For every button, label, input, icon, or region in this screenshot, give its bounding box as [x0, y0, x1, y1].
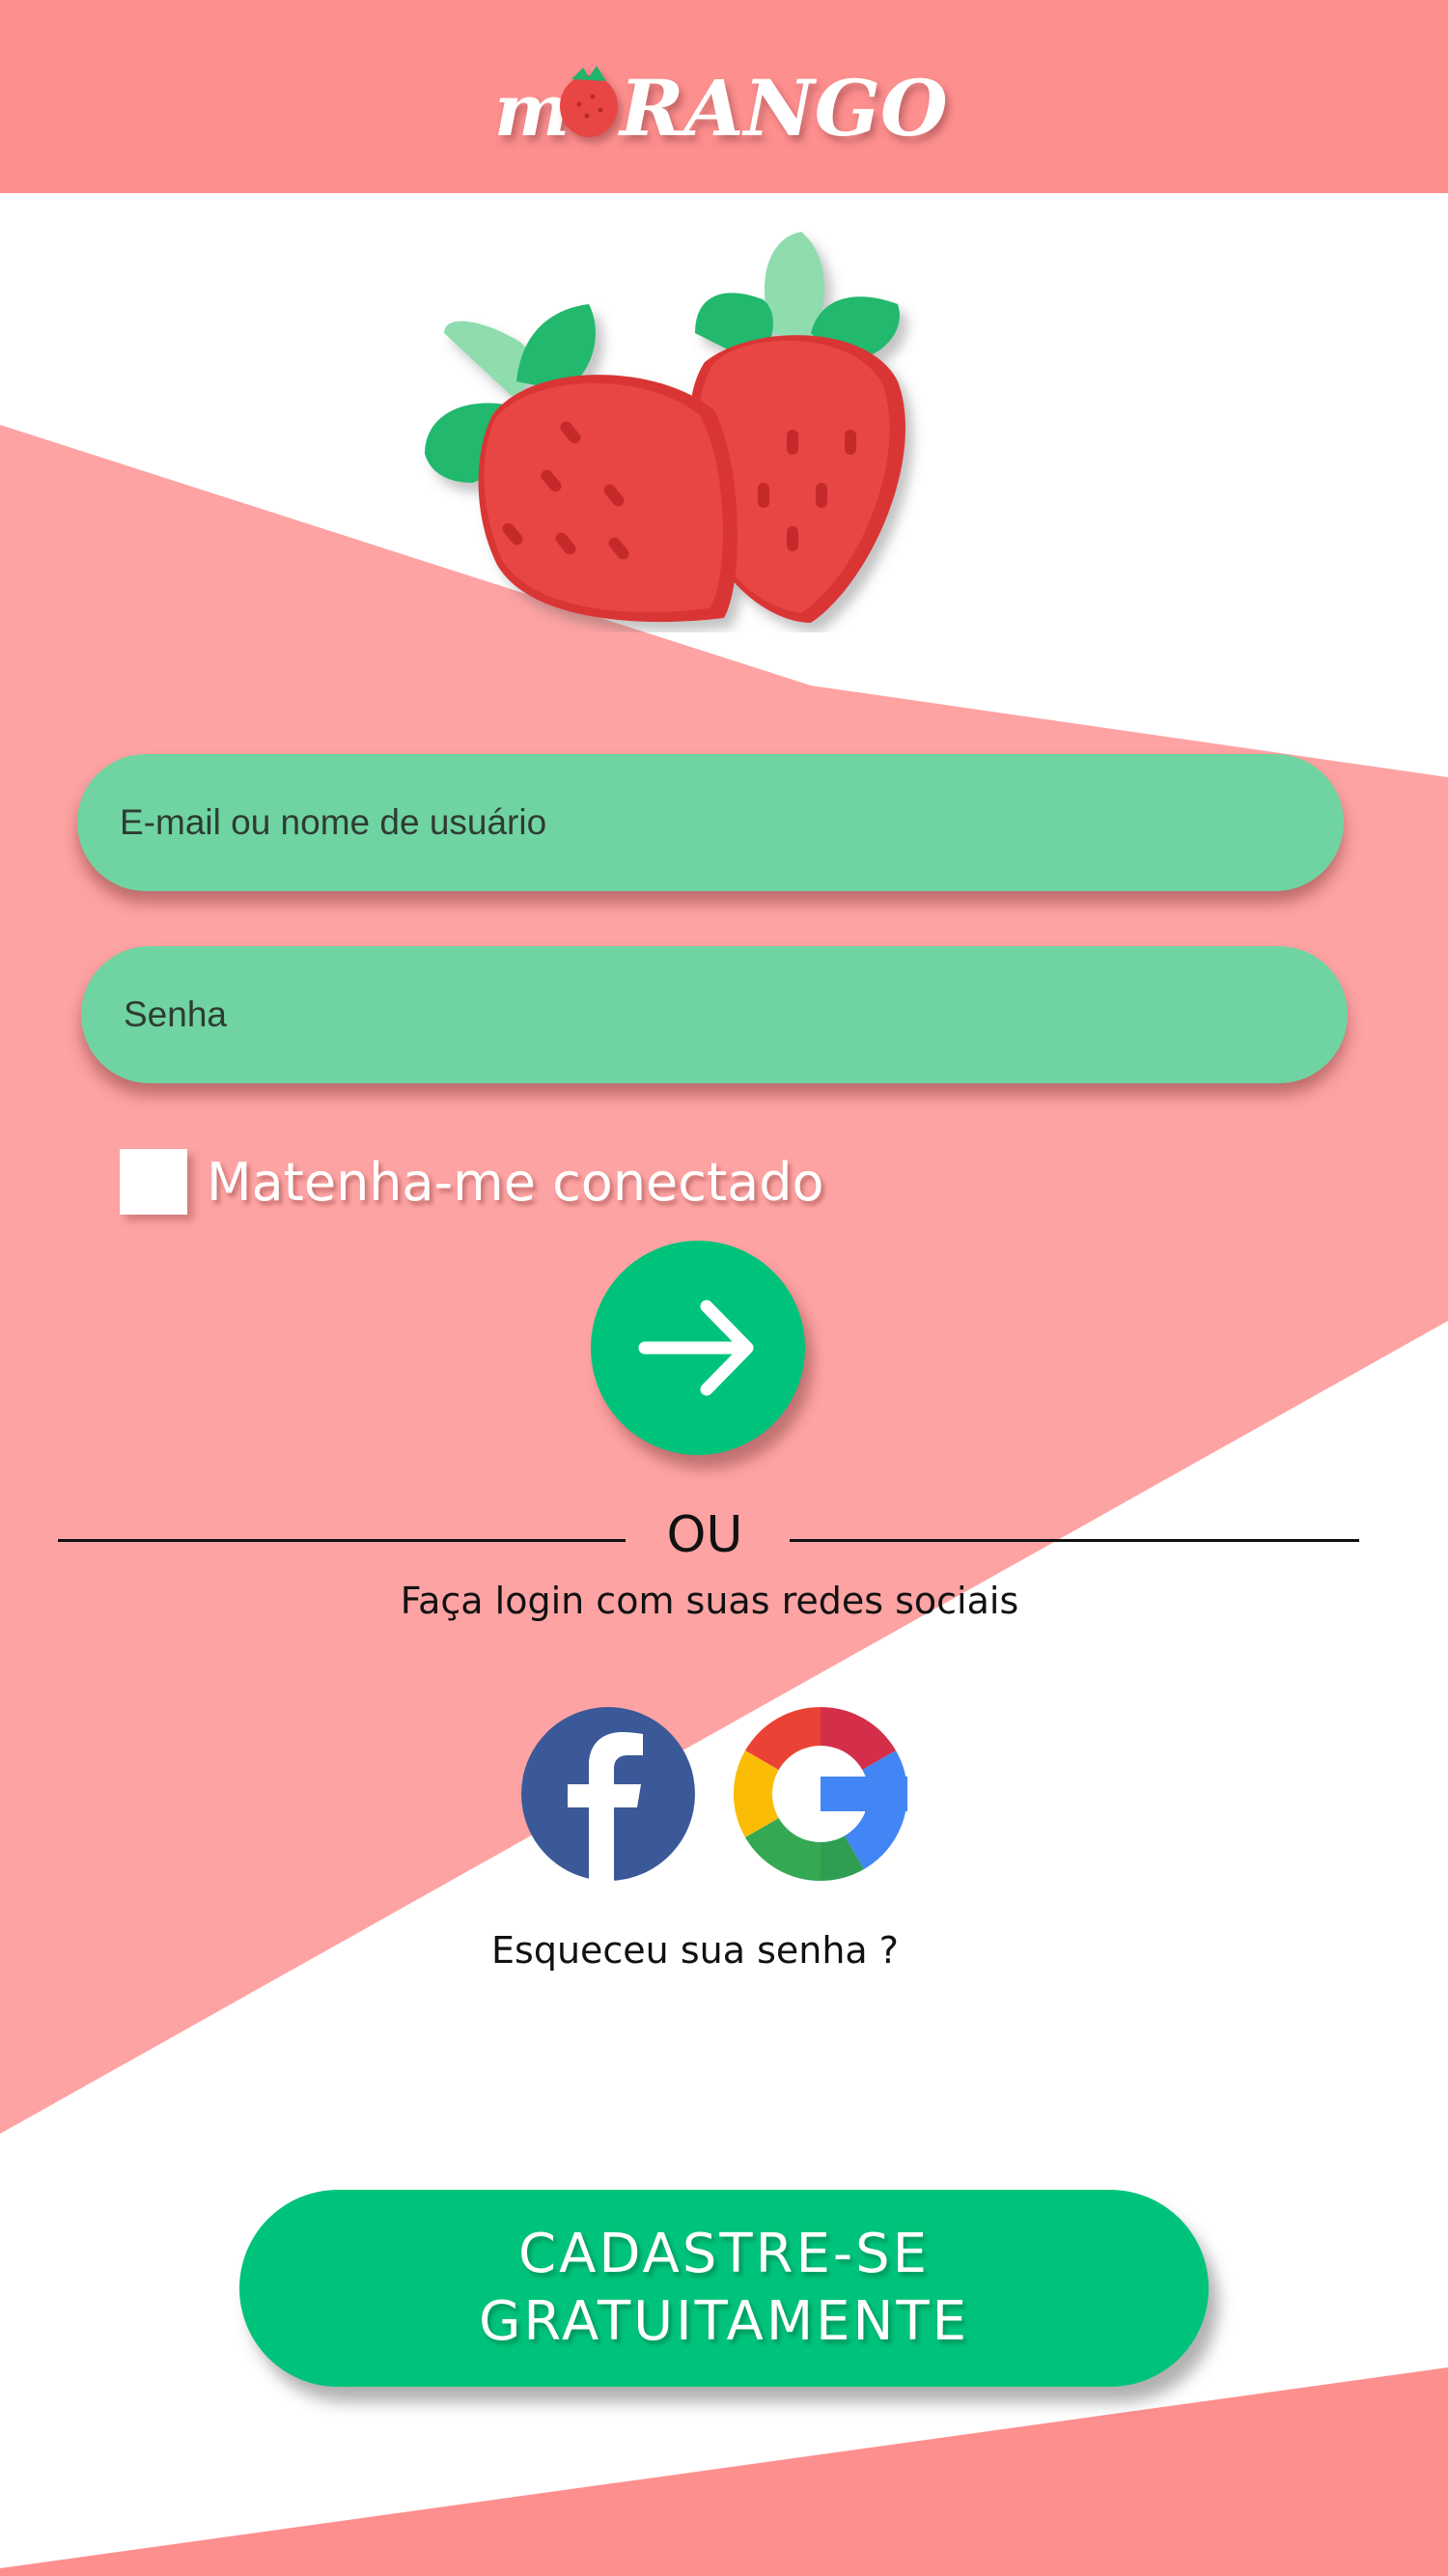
signup-line-2: GRATUITAMENTE [478, 2290, 970, 2353]
remember-checkbox[interactable] [120, 1149, 187, 1215]
divider-label: OU [666, 1506, 743, 1564]
email-placeholder: E-mail ou nome de usuário [120, 802, 547, 842]
signup-button[interactable]: CADASTRE-SE GRATUITAMENTE [239, 2190, 1209, 2387]
facebook-icon[interactable] [521, 1707, 695, 1881]
app-logo: m RANGO [494, 63, 948, 154]
arrow-right-icon [638, 1300, 754, 1396]
signup-line-1: CADASTRE-SE [517, 2223, 931, 2285]
google-icon[interactable] [734, 1707, 907, 1881]
divider-line-right [790, 1539, 1359, 1542]
logo-wordmark: RANGO [618, 63, 948, 154]
password-placeholder: Senha [124, 994, 227, 1034]
divider-line-left [58, 1539, 626, 1542]
login-submit-button[interactable] [591, 1241, 805, 1455]
remember-me: Matenha-me conectado [120, 1149, 824, 1215]
forgot-password-link[interactable]: Esqueceu sua senha ? [0, 1929, 1390, 1972]
remember-label[interactable]: Matenha-me conectado [207, 1152, 824, 1213]
logo-letter-m: m [494, 70, 570, 153]
email-field[interactable]: E-mail ou nome de usuário [77, 754, 1344, 891]
social-login-prompt: Faça login com suas redes sociais [400, 1580, 1019, 1622]
strawberries-illustration [425, 232, 905, 623]
password-field[interactable]: Senha [81, 946, 1348, 1083]
